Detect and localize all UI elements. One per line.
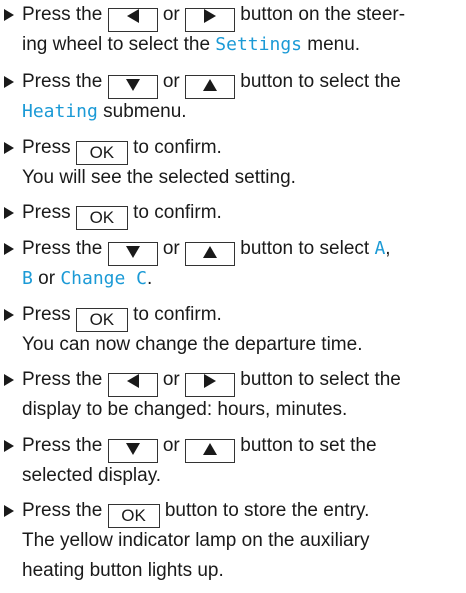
step-line: You will see the selected setting. — [22, 163, 296, 193]
step-text: to confirm. — [133, 304, 222, 325]
bullet-icon — [4, 142, 14, 154]
step-text: Press the — [22, 238, 103, 259]
step-line: Press the or button to select A, — [22, 234, 391, 266]
step-text: Press — [22, 202, 71, 223]
step-text: button to select the — [240, 71, 401, 92]
bullet-icon — [4, 440, 14, 452]
step-line: Press the or button to set the — [22, 431, 377, 463]
up-arrow-button-icon — [185, 439, 236, 463]
bullet-icon — [4, 309, 14, 321]
step-text: button to set the — [240, 435, 377, 456]
step-line: heating button lights up. — [22, 556, 224, 586]
step-text: or — [162, 435, 180, 456]
left-arrow-button-icon — [107, 8, 158, 32]
step-text: heating button lights up. — [22, 560, 224, 581]
step-line: ing wheel to select the Settings menu. — [22, 30, 360, 60]
step-text: or — [38, 268, 56, 289]
step-text: You will see the selected setting. — [22, 167, 296, 188]
step-text: or — [162, 238, 180, 259]
step-text: You can now change the departure time. — [22, 334, 363, 355]
step-text: . — [147, 268, 153, 289]
step-line: Press the OK button to store the entry. — [22, 496, 369, 528]
ok-button-key: OK — [75, 206, 128, 230]
down-arrow-button-icon — [107, 242, 158, 266]
step-text: Press — [22, 137, 71, 158]
step-line: Press the or button on the steer- — [22, 0, 405, 32]
bullet-icon — [4, 243, 14, 255]
right-arrow-button-icon — [185, 373, 236, 397]
up-arrow-button-icon — [185, 242, 236, 266]
step-text: to confirm. — [133, 137, 222, 158]
ok-button-key: OK — [107, 504, 160, 528]
step-text: or — [162, 369, 180, 390]
step-text: The yellow indicator lamp on the auxilia… — [22, 530, 370, 551]
step-text: to confirm. — [133, 202, 222, 223]
bullet-icon — [4, 374, 14, 386]
step-text: submenu. — [103, 101, 187, 122]
step-line: Press the or button to select the — [22, 67, 401, 99]
bullet-icon — [4, 9, 14, 21]
step-line: The yellow indicator lamp on the auxilia… — [22, 526, 369, 556]
menu-term: Settings — [215, 34, 302, 55]
step-line: Press OK to confirm. — [22, 300, 222, 332]
ok-button-key: OK — [75, 308, 128, 332]
step-text: or — [162, 71, 180, 92]
instruction-page: Press the or button on the steer- ing wh… — [0, 0, 466, 593]
step-text: button to store the entry. — [164, 500, 370, 521]
step-line: selected display. — [22, 461, 161, 491]
step-text: button to select — [240, 238, 370, 259]
menu-term: Heating — [22, 101, 98, 122]
option-a-term: A — [374, 238, 386, 259]
step-text: , — [385, 238, 391, 259]
step-text: button on the steer- — [240, 4, 406, 25]
step-line: Heating submenu. — [22, 97, 187, 127]
bullet-icon — [4, 505, 14, 517]
step-text: Press the — [22, 4, 103, 25]
step-line: Press the or button to select the — [22, 365, 401, 397]
step-text: Press the — [22, 71, 103, 92]
ok-button-key: OK — [75, 141, 128, 165]
step-text: or — [162, 4, 180, 25]
step-line: display to be changed: hours, minutes. — [22, 395, 347, 425]
step-text: menu. — [307, 34, 361, 55]
option-change-c-term: Change C — [60, 268, 148, 289]
option-b-term: B — [22, 268, 33, 289]
step-line: You can now change the departure time. — [22, 330, 362, 360]
up-arrow-button-icon — [185, 75, 236, 99]
step-text: Press the — [22, 500, 103, 521]
step-line: Press OK to confirm. — [22, 198, 222, 230]
step-text: Press the — [22, 435, 103, 456]
right-arrow-button-icon — [185, 8, 236, 32]
step-line: B or Change C. — [22, 264, 152, 294]
step-line: Press OK to confirm. — [22, 133, 222, 165]
step-text: selected display. — [22, 465, 162, 486]
left-arrow-button-icon — [107, 373, 158, 397]
step-text: ing wheel to select the — [22, 34, 211, 55]
bullet-icon — [4, 207, 14, 219]
down-arrow-button-icon — [107, 75, 158, 99]
bullet-icon — [4, 76, 14, 88]
step-text: button to select the — [240, 369, 401, 390]
step-text: Press — [22, 304, 71, 325]
down-arrow-button-icon — [107, 439, 158, 463]
step-text: display to be changed: hours, minutes. — [22, 399, 348, 420]
step-text: Press the — [22, 369, 103, 390]
